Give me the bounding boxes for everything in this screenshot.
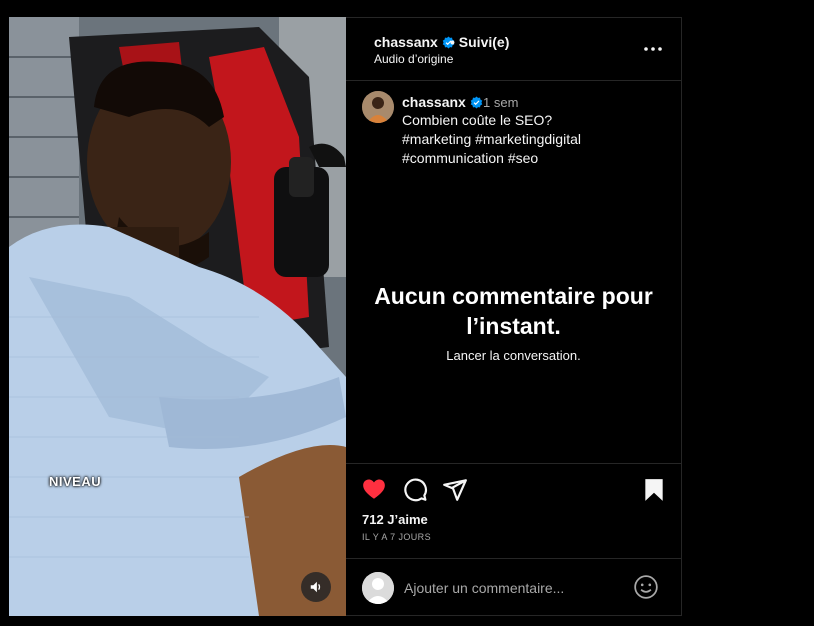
author-username-link[interactable]: chassanx (374, 34, 455, 50)
actions-divider (346, 463, 681, 465)
more-options-icon[interactable] (642, 40, 664, 58)
emoji-icon[interactable] (633, 574, 659, 600)
caption-timestamp[interactable]: 1 sem (483, 95, 518, 110)
audio-link[interactable]: Audio d’origine (374, 52, 453, 66)
likes-count[interactable]: 712 J’aime (362, 512, 428, 527)
comment-composer (346, 558, 681, 617)
video-overlay-text: NIVEAU (49, 474, 102, 489)
verified-badge-icon (470, 96, 483, 109)
caption-hashtags[interactable]: #marketing #marketingdigital (402, 130, 662, 149)
follow-status-button[interactable]: • Suivi(e) (450, 34, 509, 50)
post-date: IL Y A 7 JOURS (362, 532, 431, 542)
speaker-icon (310, 581, 321, 593)
no-comments-title: Aucun commentaire pour l’instant. (346, 281, 681, 341)
no-comments-subtitle: Lancer la conversation. (446, 348, 581, 363)
share-icon[interactable] (442, 477, 468, 503)
caption-text: Combien coûte le SEO? #marketing #market… (402, 111, 662, 168)
no-comments-title-line: l’instant. (466, 313, 561, 339)
caption-username-link[interactable]: chassanx (402, 94, 483, 110)
author-username: chassanx (374, 34, 438, 50)
mute-toggle-button[interactable] (301, 572, 331, 602)
no-comments-title-line: Aucun commentaire pour (374, 283, 653, 309)
heart-icon[interactable] (361, 476, 387, 502)
bookmark-icon[interactable] (641, 477, 667, 503)
caption-line: Combien coûte le SEO? (402, 112, 553, 128)
post-details-panel: chassanx • Suivi(e) Audio d’origine chas… (346, 17, 682, 616)
comment-icon[interactable] (402, 477, 428, 503)
video-frame-illustration (9, 17, 346, 616)
current-user-avatar (362, 572, 394, 604)
post-header: chassanx • Suivi(e) Audio d’origine (346, 18, 681, 81)
default-avatar-icon (362, 572, 394, 604)
avatar-image (362, 91, 394, 123)
comment-input[interactable] (404, 577, 624, 599)
caption-hashtags[interactable]: #communication #seo (402, 149, 662, 168)
post-media[interactable]: NIVEAU (9, 17, 346, 616)
caption-username: chassanx (402, 94, 466, 110)
caption-avatar[interactable] (362, 91, 394, 123)
